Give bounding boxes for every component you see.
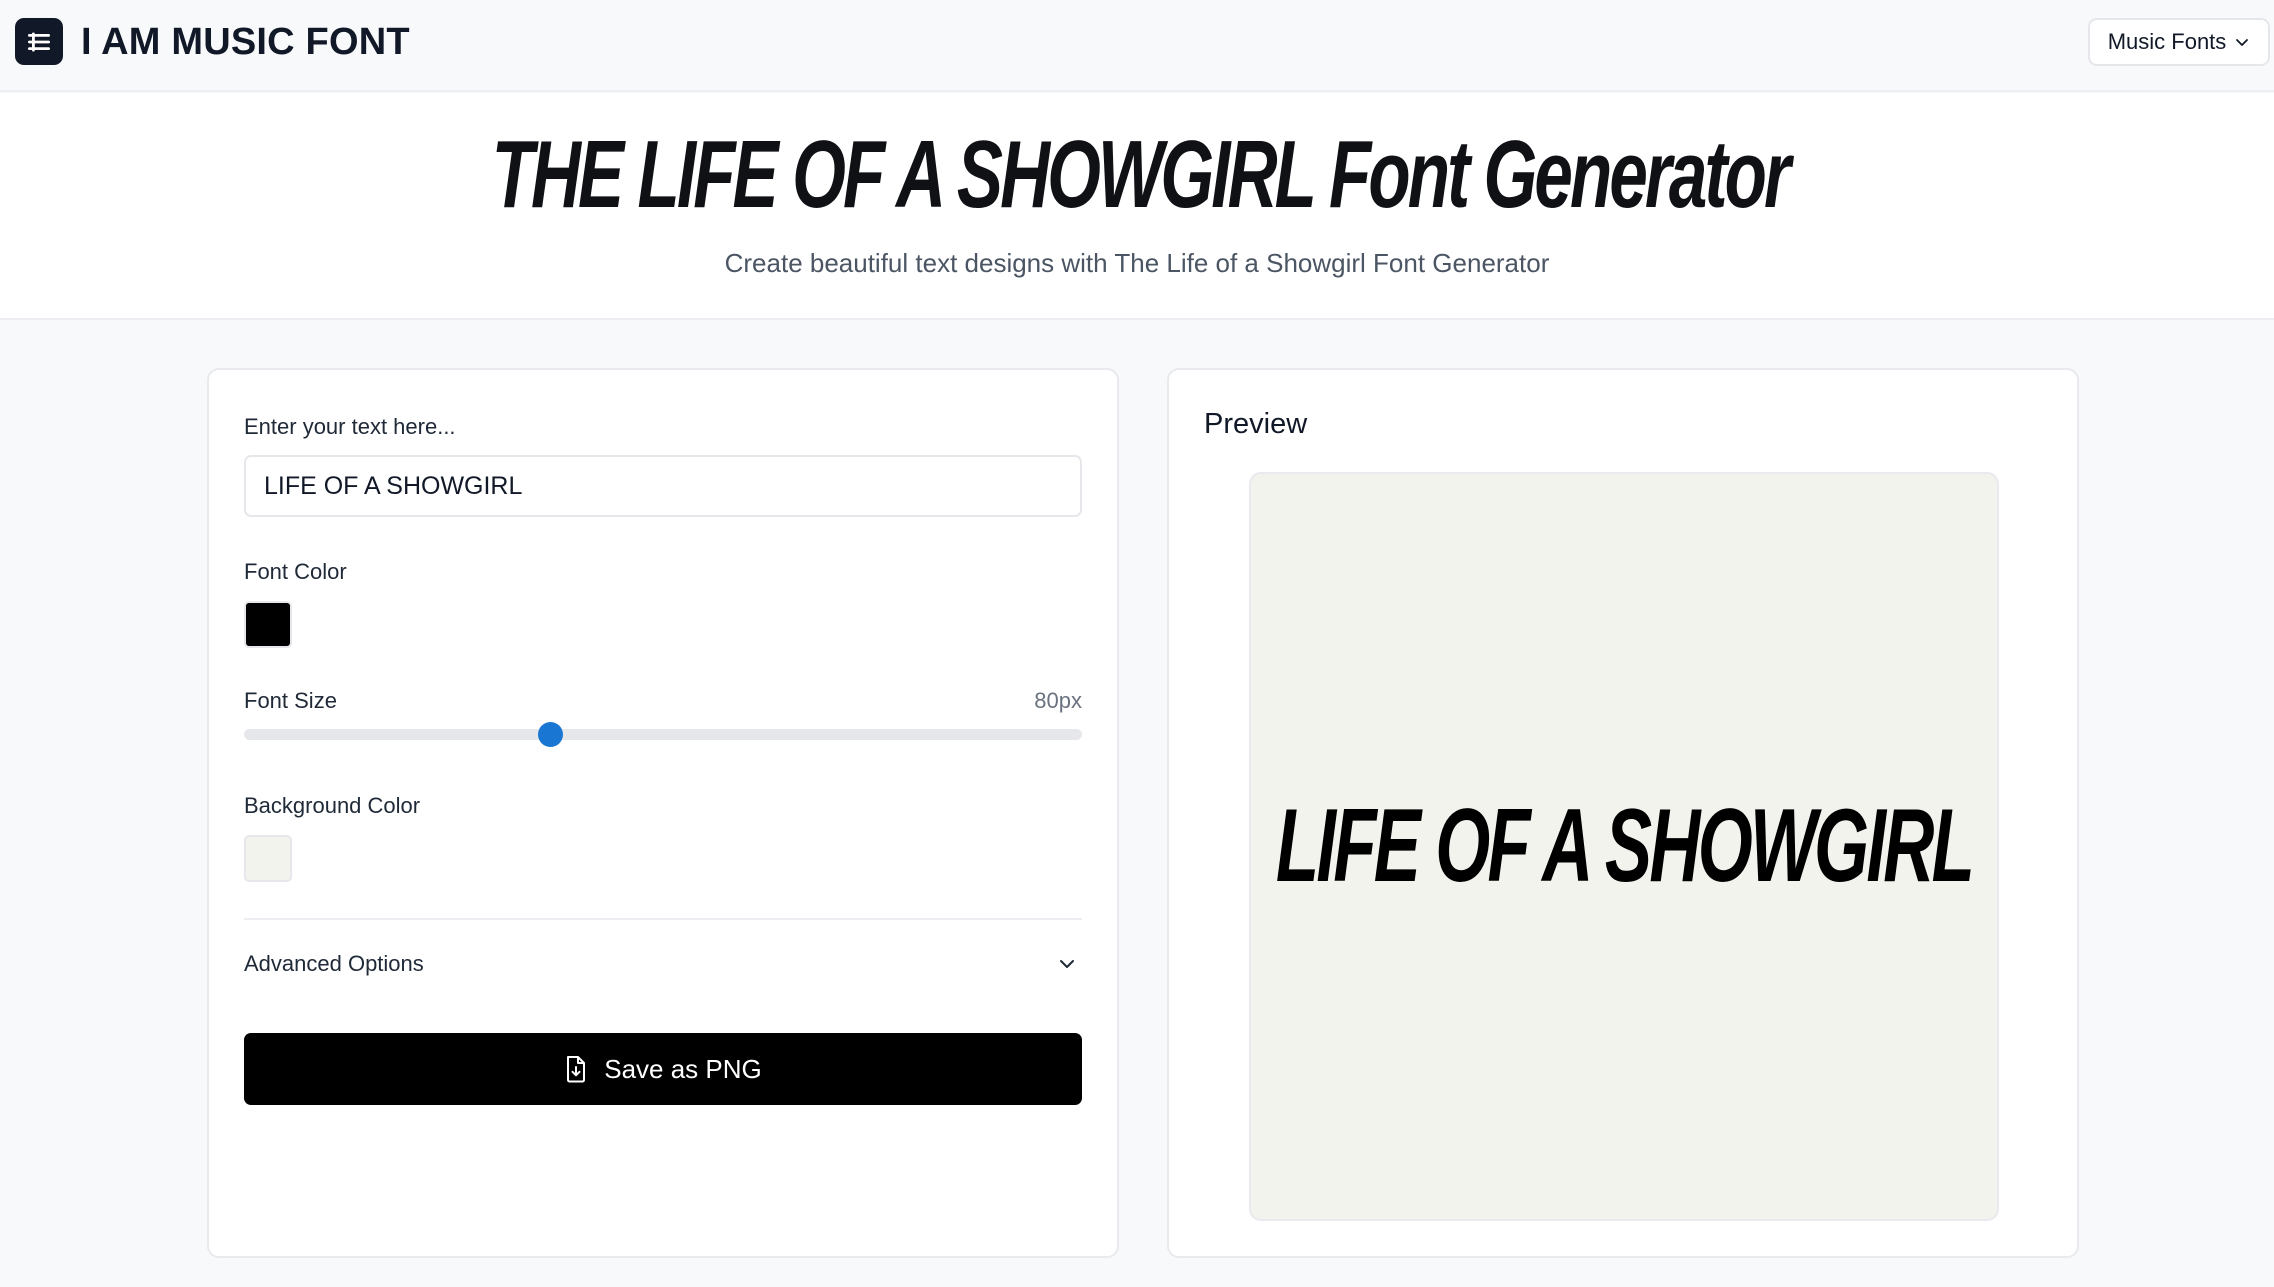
text-input-label: Enter your text here... xyxy=(244,414,456,439)
menu-button[interactable] xyxy=(15,18,63,65)
file-download-icon xyxy=(567,1056,586,1083)
music-fonts-dropdown-label: Music Fonts xyxy=(2107,29,2227,54)
hero-section: THE LIFE OF A SHOWGIRL Font Generator Cr… xyxy=(0,93,2274,320)
chevron-down-icon xyxy=(1060,960,1074,968)
page-subtitle: Create beautiful text designs with The L… xyxy=(724,248,1550,278)
advanced-options-label: Advanced Options xyxy=(244,951,424,976)
preview-text: LIFE OF A SHOWGIRL xyxy=(1275,788,1975,904)
text-input[interactable] xyxy=(244,455,1082,517)
preview-canvas: LIFE OF A SHOWGIRL xyxy=(1249,472,1999,1221)
preview-panel: Preview LIFE OF A SHOWGIRL xyxy=(1167,368,2079,1258)
advanced-options-toggle[interactable]: Advanced Options xyxy=(244,940,1082,988)
chevron-down-icon xyxy=(2236,39,2249,46)
controls-panel: Enter your text here... Font Color Font … xyxy=(207,368,1119,1258)
font-color-label: Font Color xyxy=(244,559,347,584)
preview-heading: Preview xyxy=(1204,408,1308,440)
font-color-picker[interactable] xyxy=(244,601,292,648)
background-color-picker[interactable] xyxy=(244,835,292,882)
font-size-label: Font Size xyxy=(244,688,337,713)
menu-list-icon xyxy=(28,32,50,52)
top-header: I AM MUSIC FONT Music Fonts xyxy=(0,0,2274,92)
save-png-button-label: Save as PNG xyxy=(604,1053,762,1084)
page-title: THE LIFE OF A SHOWGIRL Font Generator xyxy=(491,121,1791,228)
save-png-button[interactable]: Save as PNG xyxy=(244,1033,1082,1105)
music-fonts-dropdown[interactable]: Music Fonts xyxy=(2088,18,2270,66)
brand-title[interactable]: I AM MUSIC FONT xyxy=(81,18,410,66)
font-size-slider-thumb[interactable] xyxy=(537,722,563,747)
font-size-slider[interactable] xyxy=(244,722,1082,747)
section-divider xyxy=(244,918,1082,920)
font-size-value: 80px xyxy=(1034,688,1082,713)
background-color-label: Background Color xyxy=(244,793,421,818)
